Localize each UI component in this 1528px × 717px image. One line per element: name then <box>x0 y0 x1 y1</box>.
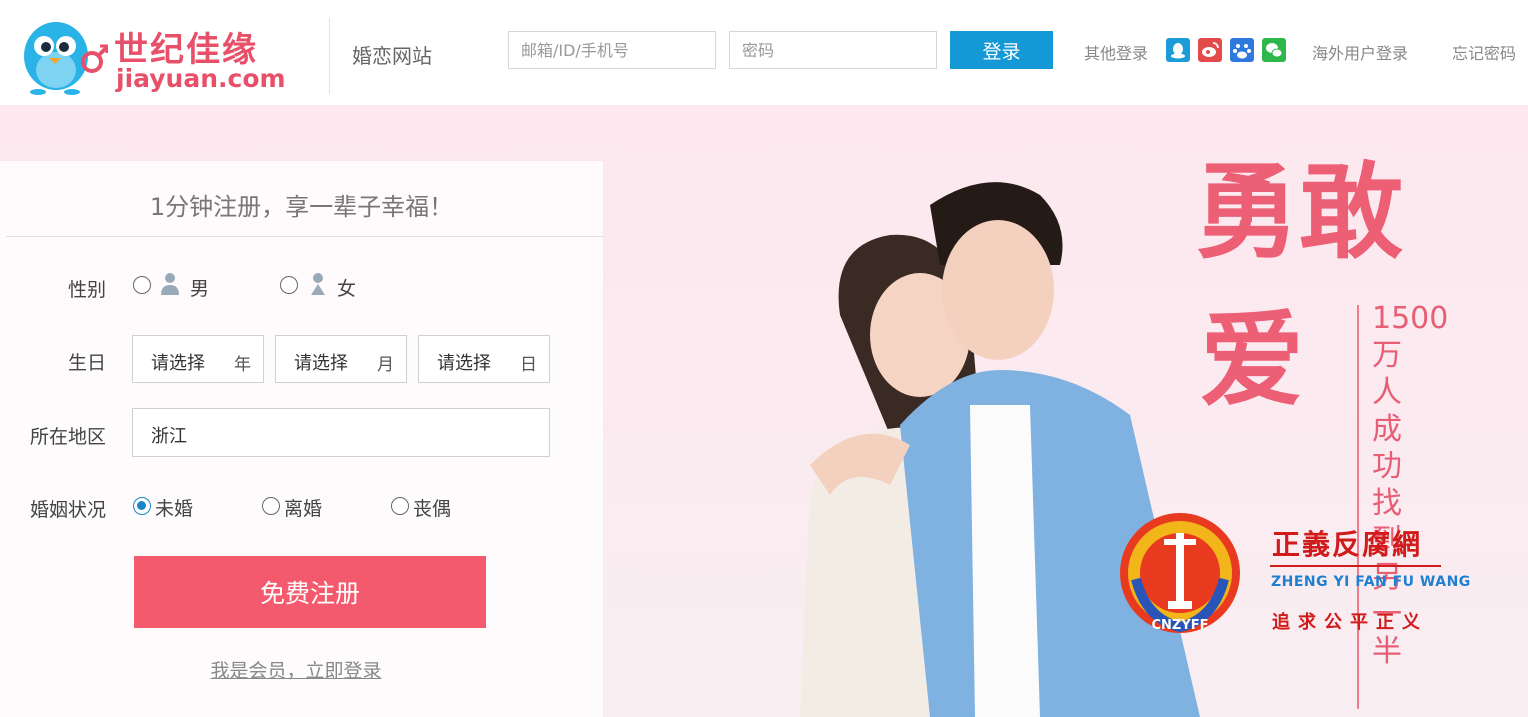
marital-widowed-label[interactable]: 丧偶 <box>413 494 451 521</box>
password-input[interactable] <box>729 31 937 69</box>
slogan-line-2: 爱 <box>1200 298 1305 421</box>
gender-male-label[interactable]: 男 <box>190 274 209 301</box>
badge-text: CNZYFF <box>1151 618 1208 633</box>
title-divider <box>6 236 603 237</box>
male-user-icon <box>161 273 179 295</box>
birth-month-unit: 月 <box>377 355 394 375</box>
anti-corruption-badge-icon: CNZYFF <box>1120 513 1240 633</box>
gender-female-label[interactable]: 女 <box>337 274 356 301</box>
other-login-label: 其他登录 <box>1084 44 1149 63</box>
wechat-icon[interactable] <box>1262 38 1286 62</box>
birth-day-unit: 日 <box>520 355 537 375</box>
birth-year-value: 请选择 <box>151 353 205 374</box>
slogan-rule <box>1357 305 1359 709</box>
jiayuan-logo[interactable]: 世纪佳缘 jiayuan.com <box>18 12 298 96</box>
watermark-title: 正義反腐網 <box>1272 528 1423 561</box>
marital-divorced-label[interactable]: 离婚 <box>284 494 322 521</box>
overseas-login-link[interactable]: 海外用户登录 <box>1312 40 1408 64</box>
gender-male-radio[interactable] <box>133 276 151 294</box>
weibo-icon[interactable] <box>1198 38 1222 62</box>
marital-single-label[interactable]: 未婚 <box>155 494 193 521</box>
free-register-button[interactable]: 免费注册 <box>134 556 486 628</box>
site-tagline: 婚恋网站 <box>352 44 432 68</box>
female-user-icon <box>311 273 325 295</box>
marital-divorced-radio[interactable] <box>262 497 280 515</box>
logo-english-text: jiayuan.com <box>116 64 286 93</box>
slogan-line-1: 勇敢 <box>1195 150 1404 273</box>
mascot-icon <box>24 22 108 95</box>
header-divider <box>329 18 330 94</box>
birth-month-select[interactable]: 请选择 月 <box>275 335 407 383</box>
region-select[interactable]: 浙江 <box>132 408 550 457</box>
gender-female-radio[interactable] <box>280 276 298 294</box>
watermark-subtitle: 追求公平正义 <box>1272 612 1428 633</box>
region-label: 所在地区 <box>29 426 106 448</box>
birth-year-unit: 年 <box>234 355 251 375</box>
baidu-icon[interactable] <box>1230 38 1254 62</box>
login-button[interactable]: 登录 <box>950 31 1053 69</box>
marital-single-radio[interactable] <box>133 497 151 515</box>
qq-icon[interactable] <box>1166 38 1190 62</box>
marital-widowed-radio[interactable] <box>391 497 409 515</box>
birth-day-value: 请选择 <box>437 353 491 374</box>
hero-banner: 1分钟注册，享一辈子幸福！ 性别 男 女 生日 请选择 年 请选择 月 请选择 … <box>0 105 1528 717</box>
marital-status-label: 婚姻状况 <box>29 499 106 521</box>
member-login-link[interactable]: 我是会员，立即登录 <box>0 656 592 683</box>
top-header: 世纪佳缘 jiayuan.com 婚恋网站 登录 其他登录 海外用户登录 忘记密… <box>0 0 1528 105</box>
region-value: 浙江 <box>151 426 187 447</box>
forgot-password-link[interactable]: 忘记密码 <box>1452 40 1516 64</box>
birth-day-select[interactable]: 请选择 日 <box>418 335 550 383</box>
birth-month-value: 请选择 <box>294 353 348 374</box>
birth-year-select[interactable]: 请选择 年 <box>132 335 264 383</box>
watermark-rule <box>1270 565 1441 567</box>
registration-title: 1分钟注册，享一辈子幸福！ <box>149 193 454 221</box>
registration-form: 1分钟注册，享一辈子幸福！ 性别 男 女 生日 请选择 年 请选择 月 请选择 … <box>0 161 603 717</box>
username-input[interactable] <box>508 31 716 69</box>
birthday-label: 生日 <box>67 352 106 374</box>
watermark-english: ZHENG YI FAN FU WANG <box>1271 574 1471 590</box>
gender-label: 性别 <box>67 279 106 301</box>
